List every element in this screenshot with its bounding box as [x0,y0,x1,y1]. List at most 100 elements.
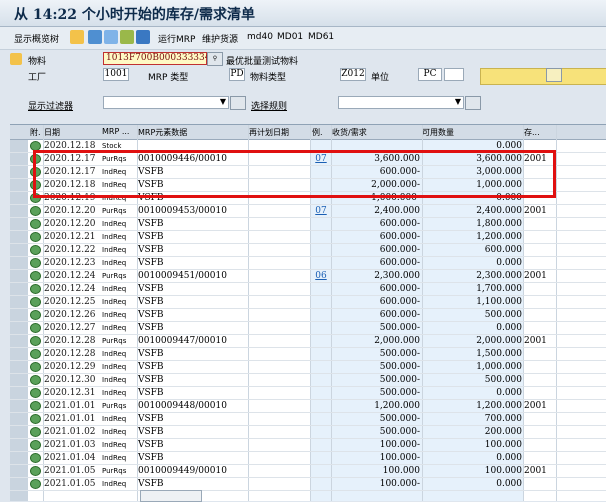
row-mrp-element: VSFB [138,245,164,255]
col-mrp-type[interactable]: MRP ... [102,127,129,136]
overview-tree-button[interactable]: 显示概览树 [14,32,59,45]
table-row[interactable]: 2020.12.20 IndReq VSFB 600.000- 1,800.000 [10,218,606,231]
table-row[interactable]: 2020.12.28 PurRqs 0010009447/00010 2,000.00… [10,335,606,348]
row-exception-link[interactable] [310,322,332,334]
row-exception-link[interactable] [310,361,332,373]
row-exception-link[interactable] [310,283,332,295]
element-status-icon[interactable] [30,323,41,333]
row-exception-link[interactable] [310,231,332,243]
edit-icon[interactable] [546,68,562,82]
table-row[interactable]: 2020.12.22 IndReq VSFB 600.000- 600.000 [10,244,606,257]
element-status-icon[interactable] [30,362,41,372]
col-attach[interactable]: 附. [30,127,41,138]
element-status-icon[interactable] [30,206,41,216]
row-exception-link[interactable] [310,309,332,321]
table-row[interactable]: 2020.12.21 IndReq VSFB 600.000- 1,200.000 [10,231,606,244]
col-reschedule-date[interactable]: 再计划日期 [249,127,289,138]
table-row[interactable]: 2021.01.04 IndReq VSFB 100.000- 0.000 [10,452,606,465]
element-status-icon[interactable] [30,232,41,242]
material-input[interactable]: 1013F700B000333334 [103,52,210,65]
row-exception-link[interactable] [310,296,332,308]
col-exception[interactable]: 例. [312,127,323,138]
table-row[interactable]: 2020.12.25 IndReq VSFB 600.000- 1,100.000 [10,296,606,309]
element-status-icon[interactable] [30,245,41,255]
row-exception-link[interactable] [310,348,332,360]
run-mrp-button[interactable]: 运行MRP [158,32,195,45]
col-storage[interactable]: 存... [524,127,540,138]
element-status-icon[interactable] [30,453,41,463]
element-status-icon[interactable] [30,219,41,229]
table-row[interactable]: 2020.12.31 IndReq VSFB 500.000- 0.000 [10,387,606,400]
element-status-icon[interactable] [30,336,41,346]
table-row[interactable]: 2020.12.20 PurRqs 0010009453/00010 07 2,400.… [10,205,606,218]
refresh-icon[interactable] [88,30,102,44]
col-mrp-element[interactable]: MRP元素数据 [138,127,187,138]
row-exception-link[interactable] [310,257,332,269]
element-status-icon[interactable] [30,310,41,320]
table-row[interactable]: 2020.12.27 IndReq VSFB 500.000- 0.000 [10,322,606,335]
col-date[interactable]: 日期 [44,127,60,138]
element-status-icon[interactable] [30,440,41,450]
table-row[interactable]: 2021.01.02 IndReq VSFB 500.000- 200.000 [10,426,606,439]
table-row[interactable]: 2020.12.30 IndReq VSFB 500.000- 500.000 [10,374,606,387]
plant-field: 1001 [103,68,129,81]
plant-label: 工厂 [28,73,47,83]
table-row[interactable]: 2021.01.01 PurRqs 0010009448/00010 1,200.00… [10,400,606,413]
element-status-icon[interactable] [30,375,41,385]
row-exception-link[interactable] [310,387,332,399]
element-status-icon[interactable] [30,427,41,437]
horizontal-scrollbar[interactable] [140,490,202,502]
row-exception-link[interactable] [310,478,332,490]
element-status-icon[interactable] [30,388,41,398]
row-exception-link[interactable] [310,244,332,256]
maintain-source-button[interactable]: 维护货源 [202,32,238,45]
row-exception-link[interactable] [310,374,332,386]
row-exception-link[interactable] [310,400,332,412]
md01-button[interactable]: MD01 [277,32,303,42]
table-row[interactable]: 2020.12.24 PurRqs 0010009451/00010 06 2,300.… [10,270,606,283]
element-status-icon[interactable] [30,258,41,268]
element-status-icon[interactable] [30,349,41,359]
highlight-bar [480,68,606,85]
row-exception-link[interactable] [310,465,332,477]
table-row[interactable]: 2020.12.23 IndReq VSFB 600.000- 0.000 [10,257,606,270]
selection-rule-select[interactable]: ▼ [338,96,464,109]
table-row[interactable]: 2021.01.05 IndReq VSFB 100.000- 0.000 [10,478,606,491]
row-exception-link[interactable] [310,426,332,438]
table-row[interactable]: 2021.01.03 IndReq VSFB 100.000- 100.000 [10,439,606,452]
table-row[interactable]: 2021.01.01 IndReq VSFB 500.000- 700.000 [10,413,606,426]
element-status-icon[interactable] [30,271,41,281]
col-receipt-req[interactable]: 收货/需求 [332,127,367,138]
table-row[interactable]: 2020.12.28 IndReq VSFB 500.000- 1,500.000 [10,348,606,361]
table-row[interactable]: 2020.12.24 IndReq VSFB 600.000- 1,700.000 [10,283,606,296]
table-row[interactable]: 2021.01.05 PurRqs 0010009449/00010 100.000 1… [10,465,606,478]
search-icon[interactable]: ⚲ [207,52,223,66]
col-available-qty[interactable]: 可用数量 [422,127,454,138]
table-row[interactable]: 2020.12.29 IndReq VSFB 500.000- 1,000.000 [10,361,606,374]
element-status-icon[interactable] [30,401,41,411]
md40-button[interactable]: md40 [247,32,273,42]
row-exception-link[interactable] [310,413,332,425]
filter-settings-icon[interactable] [230,96,246,110]
row-exception-link[interactable] [310,439,332,451]
element-status-icon[interactable] [30,297,41,307]
rule-settings-icon[interactable] [465,96,481,110]
unit-label: 单位 [371,73,390,83]
element-status-icon[interactable] [30,479,41,489]
row-exception-link[interactable] [310,218,332,230]
row-exception-link[interactable]: 06 [310,270,332,282]
row-mrp-element: VSFB [138,479,164,489]
row-exception-link[interactable] [310,335,332,347]
element-status-icon[interactable] [30,466,41,476]
collective-access-icon[interactable] [70,30,84,44]
grid-icon[interactable] [136,30,150,44]
display-filter-select[interactable]: ▼ [103,96,229,109]
row-exception-link[interactable]: 07 [310,205,332,217]
list-icon[interactable] [120,30,134,44]
element-status-icon[interactable] [30,414,41,424]
row-exception-link[interactable] [310,452,332,464]
md61-button[interactable]: MD61 [308,32,334,42]
element-status-icon[interactable] [30,284,41,294]
planning-icon[interactable] [104,30,118,44]
table-row[interactable]: 2020.12.26 IndReq VSFB 600.000- 500.000 [10,309,606,322]
